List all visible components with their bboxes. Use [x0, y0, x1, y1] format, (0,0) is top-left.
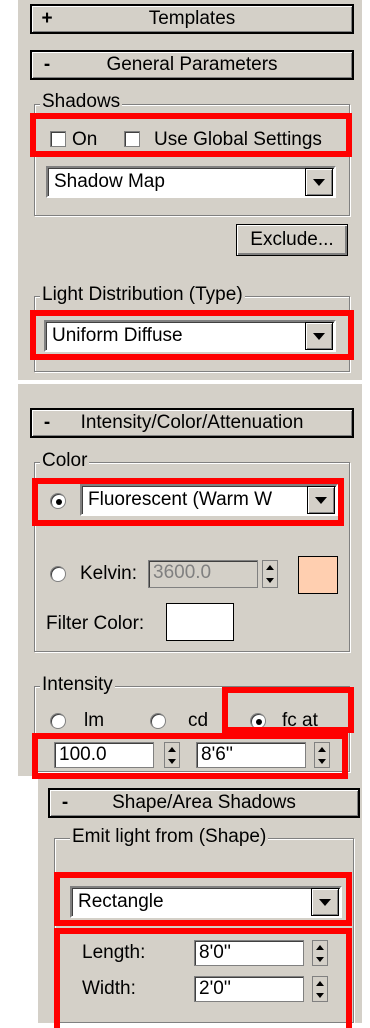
kelvin-spinner[interactable]	[262, 560, 278, 588]
rollout-title: Intensity/Color/Attenuation	[80, 412, 304, 433]
highlight-box	[54, 872, 352, 926]
spinner-down-icon[interactable]	[263, 574, 277, 587]
lm-label: lm	[84, 710, 105, 731]
shadow-type-value: Shadow Map	[54, 171, 165, 192]
rollout-sign: -	[61, 792, 69, 813]
shape-area-shadows-rollout-button[interactable]: - Shape/Area Shadows	[48, 788, 360, 818]
highlight-box	[30, 113, 352, 157]
templates-rollout-button[interactable]: + Templates	[30, 4, 354, 34]
lm-radio[interactable]	[50, 713, 66, 729]
kelvin-label: Kelvin:	[80, 563, 138, 584]
intensity-group-label: Intensity	[40, 674, 115, 695]
highlight-box	[54, 928, 352, 1028]
rollout-title: General Parameters	[106, 54, 278, 75]
rollout-sign: -	[43, 412, 51, 433]
highlight-box	[32, 733, 348, 779]
color-group-label: Color	[40, 450, 90, 471]
general-parameters-rollout-button[interactable]: - General Parameters	[30, 50, 354, 80]
shadow-type-dropdown[interactable]: Shadow Map	[46, 166, 336, 198]
light-distribution-group-label: Light Distribution (Type)	[40, 284, 245, 305]
exclude-button-label: Exclude...	[250, 229, 334, 250]
cd-label: cd	[188, 710, 209, 731]
rollout-sign: +	[41, 8, 53, 29]
filter-color-label: Filter Color:	[46, 613, 145, 634]
highlight-box	[30, 310, 354, 360]
exclude-button[interactable]: Exclude...	[236, 224, 348, 256]
spinner-up-icon[interactable]	[263, 561, 277, 574]
emit-light-group-label: Emit light from (Shape)	[70, 826, 269, 847]
cd-radio[interactable]	[150, 713, 166, 729]
filter-color-swatch[interactable]	[166, 603, 234, 641]
rollout-title: Templates	[148, 8, 236, 29]
shadows-group-label: Shadows	[40, 91, 123, 112]
rollout-sign: -	[43, 54, 51, 75]
kelvin-radio[interactable]	[50, 566, 66, 582]
kelvin-color-swatch[interactable]	[298, 556, 338, 594]
kelvin-input[interactable]: 3600.0	[148, 560, 258, 588]
intensity-color-rollout-button[interactable]: - Intensity/Color/Attenuation	[30, 408, 354, 438]
highlight-box	[222, 687, 354, 733]
highlight-box	[32, 478, 344, 526]
chevron-down-icon[interactable]	[305, 168, 333, 196]
rollout-title: Shape/Area Shadows	[112, 792, 296, 813]
